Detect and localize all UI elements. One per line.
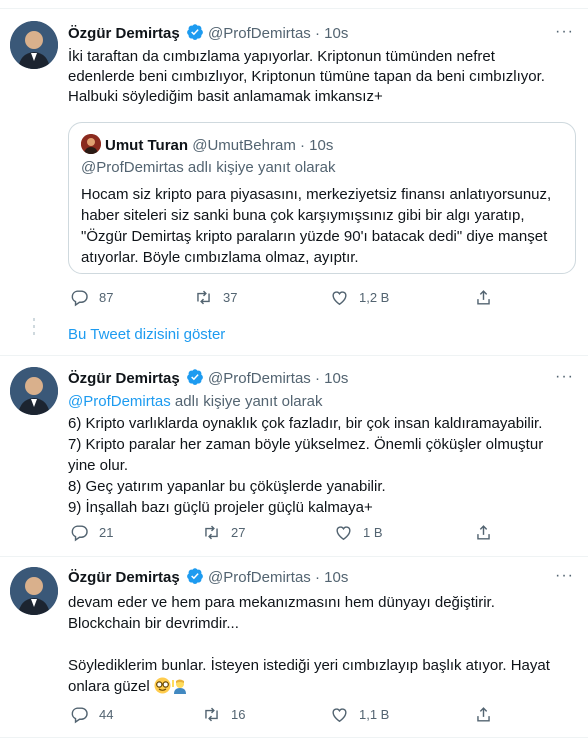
more-dots-icon[interactable]: ··· (555, 566, 574, 586)
author-name[interactable]: Özgür Demirtaş (68, 25, 180, 42)
like-count: 1,1 B (359, 707, 390, 722)
share-icon (477, 707, 490, 722)
quote-reply-context: @ProfDemirtas adlı kişiye yanıt olarak (81, 159, 336, 176)
retweet-button[interactable]: 37 (194, 288, 237, 308)
share-button[interactable] (474, 705, 503, 725)
quote-author-name: Umut Turan (105, 137, 189, 154)
share-icon (477, 290, 490, 305)
separator-dot: · (314, 25, 320, 42)
divider (0, 737, 588, 738)
separator-dot: · (314, 569, 320, 586)
tweet-actions: 21 27 1 B (68, 523, 508, 543)
tweet-actions: 87 37 1,2 B (68, 288, 508, 308)
show-thread-link[interactable]: Bu Tweet dizisini göster (68, 325, 225, 345)
retweet-icon (205, 707, 218, 722)
reply-count: 21 (99, 525, 114, 540)
reply-context-suffix: adlı kişiye yanıt olarak (170, 393, 323, 410)
verified-badge-icon (186, 368, 204, 392)
thread-connector (33, 318, 35, 339)
reply-icon (71, 525, 88, 542)
author-handle[interactable]: @ProfDemirtas (208, 25, 311, 42)
like-button[interactable]: 1 B (334, 523, 383, 543)
timestamp[interactable]: 10s (324, 370, 348, 387)
divider (0, 556, 588, 557)
top-divider (0, 8, 588, 9)
avatar[interactable] (10, 21, 58, 69)
tweet-header: Özgür Demirtaş @ProfDemirtas · 10s (68, 368, 348, 388)
quote-header: Umut Turan @UmutBehram · 10s (81, 134, 333, 156)
quote-text: Hocam siz kripto para piyasasını, merkez… (81, 186, 552, 266)
reply-count: 44 (99, 707, 114, 722)
retweet-icon (205, 525, 218, 540)
reply-button[interactable]: 87 (70, 288, 113, 308)
retweet-icon (197, 290, 210, 305)
retweet-button[interactable]: 16 (202, 705, 245, 725)
like-icon (336, 526, 351, 541)
retweet-button[interactable]: 27 (202, 523, 245, 543)
author-handle[interactable]: @ProfDemirtas (208, 569, 311, 586)
tweet-actions: 44 16 1,1 B (68, 705, 508, 725)
like-icon (332, 291, 347, 306)
timestamp[interactable]: 10s (324, 569, 348, 586)
quote-avatar (81, 134, 101, 154)
verified-badge-icon (186, 23, 204, 47)
quote-timestamp: 10s (309, 137, 334, 154)
separator-dot: · (314, 370, 320, 387)
reply-button[interactable]: 21 (70, 523, 113, 543)
more-dots-icon[interactable]: ··· (555, 22, 574, 42)
avatar[interactable] (10, 367, 58, 415)
reply-button[interactable]: 44 (70, 705, 113, 725)
reply-icon (71, 290, 88, 307)
author-name[interactable]: Özgür Demirtaş (68, 569, 180, 586)
tweet-text: devam eder ve hem para mekanızmasını hem… (68, 592, 578, 697)
like-count: 1,2 B (359, 290, 390, 305)
reply-icon (71, 707, 88, 724)
reply-mention-link[interactable]: @ProfDemirtas (68, 393, 171, 410)
share-button[interactable] (474, 288, 503, 308)
quoted-tweet[interactable]: Umut Turan @UmutBehram · 10s @ProfDemirt… (68, 122, 576, 274)
retweet-count: 37 (223, 290, 238, 305)
like-count: 1 B (363, 525, 383, 540)
timestamp[interactable]: 10s (324, 25, 348, 42)
separator-dot: · (300, 137, 305, 154)
like-button[interactable]: 1,1 B (330, 705, 389, 725)
reply-count: 87 (99, 290, 114, 305)
tweet-text: 6) Kripto varlıklarda oynaklık çok fazla… (68, 415, 544, 516)
retweet-count: 16 (231, 707, 246, 722)
avatar[interactable] (10, 567, 58, 615)
share-icon (477, 525, 490, 540)
author-name[interactable]: Özgür Demirtaş (68, 370, 180, 387)
tweet-text-body: devam eder ve hem para mekanızmasını hem… (68, 594, 550, 695)
divider (0, 355, 588, 356)
author-handle[interactable]: @ProfDemirtas (208, 370, 311, 387)
tweet-header: Özgür Demirtaş @ProfDemirtas · 10s (68, 23, 348, 43)
person-raising-hand-emoji (171, 677, 188, 694)
retweet-count: 27 (231, 525, 246, 540)
verified-badge-icon (186, 567, 204, 591)
tweet-text: İki taraftan da cımbızlama yapıyorlar. K… (68, 48, 545, 105)
like-button[interactable]: 1,2 B (330, 288, 389, 308)
more-dots-icon[interactable]: ··· (555, 367, 574, 387)
share-button[interactable] (474, 523, 503, 543)
like-icon (332, 708, 347, 723)
nerd-face-emoji (154, 677, 171, 694)
reply-context: @ProfDemirtas adlı kişiye yanıt olarak (68, 392, 578, 412)
tweet-header: Özgür Demirtaş @ProfDemirtas · 10s (68, 567, 348, 587)
quote-author-handle: @UmutBehram (192, 137, 296, 154)
